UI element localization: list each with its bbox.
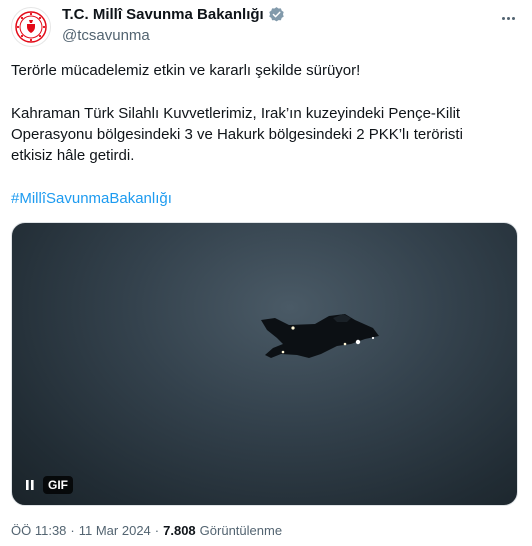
tweet-card: T.C. Millî Savunma Bakanlığı @tcsavunma …: [0, 0, 532, 546]
avatar[interactable]: [11, 7, 51, 47]
display-name[interactable]: T.C. Millî Savunma Bakanlığı: [62, 6, 264, 23]
pause-icon[interactable]: [23, 478, 37, 492]
handle[interactable]: @tcsavunma: [62, 27, 150, 44]
meta-separator: ·: [154, 523, 160, 538]
tweet-text-paragraph-2: Kahraman Türk Silahlı Kuvvetlerimiz, Ira…: [11, 103, 521, 166]
more-options-icon[interactable]: [496, 8, 520, 28]
tweet-text-line: Kahraman Türk Silahlı Kuvvetlerimiz, Ira…: [11, 105, 461, 122]
tweet-text-line: Operasyonu bölgesindeki 3 ve Hakurk bölg…: [11, 126, 463, 143]
tweet-text-paragraph-1: Terörle mücadelemiz etkin ve kararlı şek…: [11, 62, 361, 79]
tweet-date[interactable]: 11 Mar 2024: [79, 523, 151, 538]
name-row: T.C. Millî Savunma Bakanlığı: [62, 6, 285, 23]
tweet-meta: ÖÖ 11:38 · 11 Mar 2024 · 7.808 Görüntüle…: [11, 523, 282, 538]
meta-separator: ·: [70, 523, 75, 538]
fighter-jet-icon: [261, 314, 379, 358]
gif-badge: GIF: [43, 476, 73, 494]
views-count: 7.808: [163, 523, 196, 538]
tweet-time[interactable]: ÖÖ 11:38: [11, 523, 66, 538]
gif-controls: GIF: [23, 476, 73, 494]
views-label: Görüntülenme: [199, 523, 283, 538]
hashtag-link[interactable]: #MillîSavunmaBakanlığı: [11, 190, 172, 207]
tweet-text-line: etkisiz hâle getirdi.: [11, 147, 135, 164]
ministry-emblem-icon: [15, 11, 47, 43]
verified-badge-icon[interactable]: [268, 6, 285, 23]
media-gif[interactable]: [11, 222, 518, 506]
